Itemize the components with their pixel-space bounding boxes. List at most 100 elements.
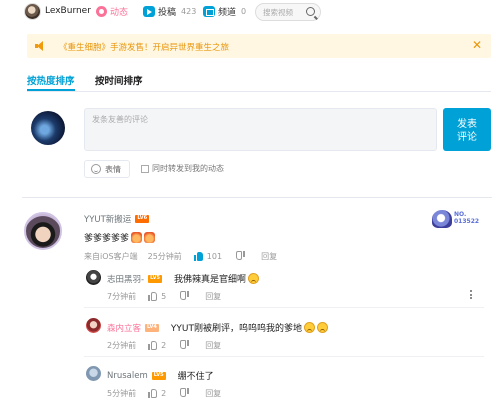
comment-text-body: 爹爹爹爹爹 — [84, 234, 130, 244]
emoji-button[interactable]: 表情 — [84, 160, 130, 178]
level-badge: LV5 — [148, 274, 162, 283]
more-options-icon[interactable] — [470, 290, 472, 299]
comment-source: 来自iOS客户端 — [84, 252, 138, 261]
nav-channels-label: 频道 — [218, 8, 237, 18]
face-emoji-icon — [303, 322, 315, 333]
reply-username[interactable]: 森内立客 — [107, 322, 141, 334]
user-avatar[interactable] — [24, 3, 41, 20]
dislike-button[interactable] — [180, 388, 189, 399]
reply-button[interactable]: 回复 — [205, 340, 221, 351]
submissions-icon — [143, 6, 155, 17]
repost-label: 同时转发到我的动态 — [152, 164, 224, 173]
reply-text: 绷不住了 — [178, 369, 214, 382]
reply-meta: 7分钟前 5 回复 — [107, 291, 221, 302]
level-badge: LV5 — [151, 371, 166, 380]
reply-user-line: 志田黑羽- LV5 我佛辣真是官细啊 — [107, 272, 259, 285]
thumbs-up-icon — [193, 252, 203, 261]
like-button[interactable]: 2 — [148, 341, 166, 350]
reply-text-body: 绷不住了 — [177, 372, 214, 382]
my-avatar — [31, 111, 65, 145]
close-icon[interactable]: ✕ — [472, 38, 482, 52]
reply-button[interactable]: 回复 — [261, 251, 277, 262]
speaker-icon — [35, 41, 46, 51]
like-count: 101 — [206, 252, 223, 261]
face-emoji-icon — [316, 322, 328, 333]
reply-username[interactable]: Nrusalem — [107, 371, 148, 381]
channels-icon — [203, 6, 215, 17]
nav-channels-count: 0 — [241, 7, 247, 16]
repost-checkbox[interactable] — [141, 164, 149, 173]
nav-submissions-count: 423 — [181, 7, 197, 16]
reply-button[interactable]: 回复 — [205, 291, 221, 302]
thumbs-down-icon — [236, 251, 245, 260]
notice-banner: 《重生细胞》手游发售！开启异世界重生之旅 ✕ — [27, 34, 491, 58]
level-badge: LV4 — [145, 323, 159, 332]
fan-badge: NO. 013522 — [432, 210, 487, 228]
thumbs-up-icon — [148, 292, 158, 301]
search-box — [255, 3, 321, 21]
nav-dynamic[interactable]: 动态 — [96, 5, 128, 18]
cat-emoji-icon — [144, 232, 156, 243]
reply-divider — [84, 356, 484, 357]
like-button[interactable]: 5 — [148, 292, 166, 301]
nav-channels[interactable]: 频道 0 — [203, 5, 246, 18]
reply-avatar[interactable] — [86, 318, 101, 333]
level-badge: LV6 — [135, 215, 150, 223]
nav-dynamic-label: 动态 — [110, 8, 129, 18]
emoji-icon — [91, 164, 101, 174]
commenter-avatar[interactable] — [24, 212, 62, 250]
comment-text: 爹爹爹爹爹 — [84, 231, 156, 244]
reply-button[interactable]: 回复 — [205, 388, 221, 399]
repost-option[interactable]: 同时转发到我的动态 — [141, 163, 224, 174]
comment-meta: 来自iOS客户端 25分钟前 101 回复 — [84, 251, 277, 262]
cat-emoji-icon — [131, 232, 143, 243]
username[interactable]: LexBurner — [45, 6, 91, 16]
dislike-button[interactable] — [180, 340, 189, 351]
emoji-label: 表情 — [105, 164, 121, 174]
thumbs-up-icon — [148, 389, 158, 398]
reply-time: 2分钟前 — [107, 341, 137, 350]
comment-input[interactable] — [84, 108, 437, 151]
top-nav: LexBurner 动态 投稿 423 频道 0 — [0, 0, 500, 24]
post-comment-button[interactable]: 发表 评论 — [443, 108, 491, 151]
dislike-button[interactable] — [236, 251, 245, 262]
like-count: 5 — [161, 292, 167, 301]
reply-user-line: 森内立客 LV4 YYUT刚被刷评，呜呜呜我的爹地 — [107, 321, 328, 334]
reply-time: 7分钟前 — [107, 292, 137, 301]
thumbs-up-icon — [148, 341, 158, 350]
reply-meta: 2分钟前 2 回复 — [107, 340, 221, 351]
nav-submissions[interactable]: 投稿 423 — [143, 5, 196, 18]
tab-sort-hot[interactable]: 按热度排序 — [27, 73, 75, 87]
thumbs-down-icon — [180, 291, 189, 300]
reply-text-body: YYUT刚被刷评，呜呜呜我的爹地 — [170, 324, 302, 334]
dislike-button[interactable] — [180, 291, 189, 302]
search-icon[interactable] — [306, 7, 315, 16]
comment-username[interactable]: YYUT新搬运 — [84, 213, 131, 225]
nav-submissions-label: 投稿 — [158, 8, 177, 18]
reply-avatar[interactable] — [86, 270, 101, 285]
reply-text: YYUT刚被刷评，呜呜呜我的爹地 — [171, 321, 328, 334]
like-button[interactable]: 2 — [148, 389, 166, 398]
reply-avatar[interactable] — [86, 366, 101, 381]
fan-badge-number: NO. 013522 — [454, 211, 480, 225]
fan-badge-figure-icon — [432, 210, 452, 228]
thumbs-down-icon — [180, 340, 189, 349]
reply-time: 5分钟前 — [107, 389, 137, 398]
like-count: 2 — [161, 341, 167, 350]
reply-meta: 5分钟前 2 回复 — [107, 388, 221, 399]
reply-user-line: Nrusalem LV5 绷不住了 — [107, 369, 214, 383]
reply-divider — [84, 307, 484, 308]
like-button[interactable]: 101 — [193, 252, 223, 261]
section-divider — [22, 197, 492, 198]
thumbs-down-icon — [180, 388, 189, 397]
reply-text-body: 我佛辣真是官细啊 — [173, 275, 246, 285]
notice-text[interactable]: 《重生细胞》手游发售！开启异世界重生之旅 — [59, 41, 229, 53]
tabs-divider — [27, 91, 491, 92]
face-emoji-icon — [247, 273, 259, 284]
reply-username[interactable]: 志田黑羽- — [107, 273, 144, 285]
comment-time: 25分钟前 — [147, 252, 182, 261]
like-count: 2 — [161, 389, 167, 398]
comment-user-line: YYUT新搬运 LV6 — [84, 213, 150, 225]
search-input[interactable] — [263, 4, 307, 20]
tab-sort-time[interactable]: 按时间排序 — [95, 73, 143, 87]
